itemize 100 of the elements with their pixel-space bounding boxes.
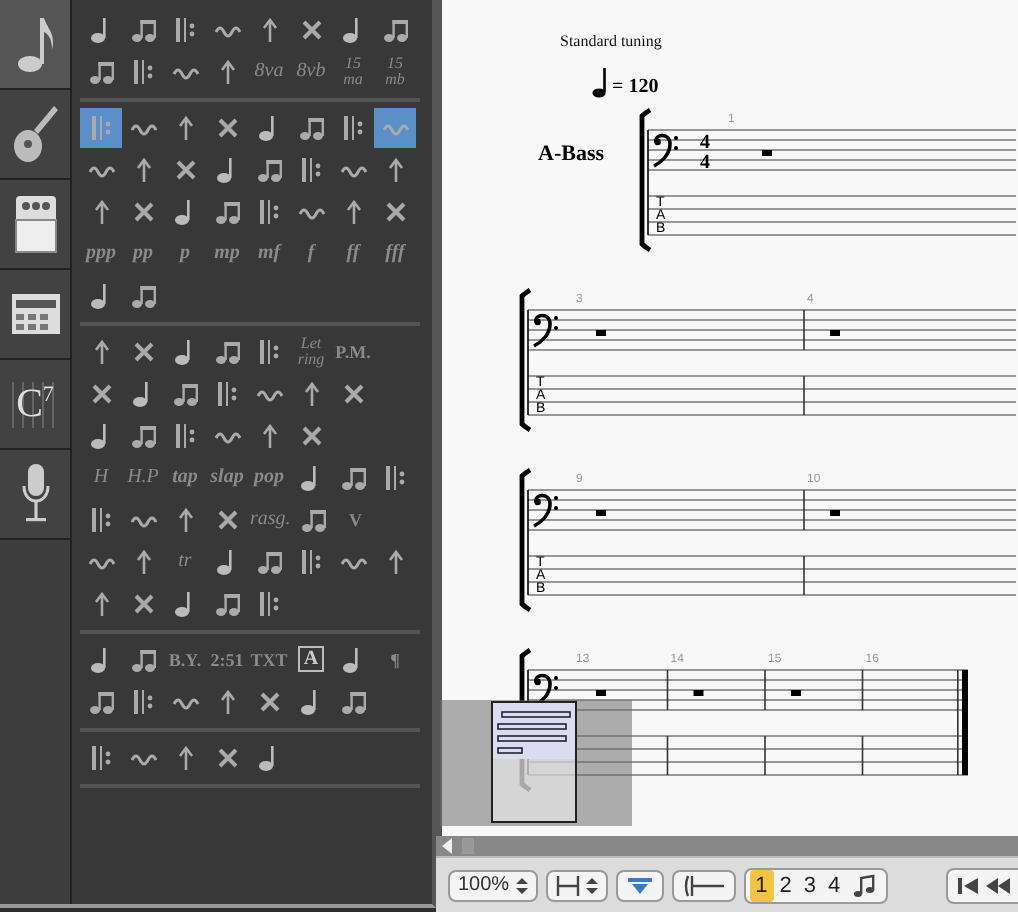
- palette-button[interactable]: fff: [374, 233, 416, 273]
- palette-label: 15: [345, 55, 361, 71]
- beamed-notes-icon: [87, 687, 115, 715]
- rewind-icon: [986, 875, 1010, 895]
- beamed-notes-icon: [255, 547, 283, 575]
- bracket-line-icon: [681, 873, 726, 897]
- layout-select[interactable]: [545, 869, 608, 901]
- time-signature: 4: [700, 152, 710, 174]
- palette-button[interactable]: ppp: [80, 233, 122, 273]
- voice-button[interactable]: 4: [821, 869, 847, 901]
- palette-button[interactable]: 15 ma: [332, 51, 374, 91]
- page-navigator[interactable]: [440, 700, 632, 826]
- tempo-label: = 120: [612, 76, 659, 98]
- cross-icon: [255, 687, 283, 715]
- palette-button[interactable]: 2:51: [206, 639, 248, 679]
- palette-button[interactable]: rasg.: [248, 499, 293, 539]
- cross-icon: [213, 743, 241, 771]
- sidebar-tab[interactable]: [0, 180, 70, 270]
- bars-icon: [87, 113, 115, 141]
- palette-button[interactable]: ff: [332, 233, 374, 273]
- bars-icon: [381, 463, 409, 491]
- bars-icon: [255, 197, 283, 225]
- stepper-icon: [515, 875, 528, 895]
- bars-icon: [171, 421, 199, 449]
- beamed-notes-icon: [339, 463, 367, 491]
- voice-button[interactable]: 1: [749, 869, 774, 901]
- beamed-notes-icon: [255, 155, 283, 183]
- cross-icon: [381, 197, 409, 225]
- bars-icon: [171, 15, 199, 43]
- palette-button[interactable]: mp: [206, 233, 248, 273]
- palette-button[interactable]: [374, 107, 416, 147]
- palette-button[interactable]: slap: [206, 457, 248, 497]
- palette-button[interactable]: 15 mb: [374, 51, 416, 91]
- sidebar-tab[interactable]: [0, 90, 70, 180]
- voice-button[interactable]: 2: [773, 869, 798, 901]
- guitar-icon: [9, 102, 61, 166]
- cross-icon: [297, 421, 325, 449]
- cross-icon: [129, 589, 157, 617]
- palette-button[interactable]: pp: [122, 233, 164, 273]
- beamed-notes-icon: [213, 337, 241, 365]
- palette-button[interactable]: 8vb: [290, 51, 332, 91]
- view-button[interactable]: [615, 869, 664, 901]
- palette-button[interactable]: tap: [164, 457, 206, 497]
- palette-button[interactable]: f: [290, 233, 332, 273]
- palette-button[interactable]: H: [80, 457, 122, 497]
- layout-icon: [555, 873, 580, 897]
- cross-icon: [213, 505, 241, 533]
- beamed-notes-icon: [852, 873, 877, 897]
- cross-icon: [171, 155, 199, 183]
- palette-button[interactable]: H.P: [122, 457, 164, 497]
- beamed-notes-icon: [213, 589, 241, 617]
- eighth-note-icon: [15, 14, 55, 74]
- palette-button[interactable]: 8va: [248, 51, 290, 91]
- beamed-notes-icon: [129, 645, 157, 673]
- sidebar-tab[interactable]: [0, 270, 70, 360]
- tuning-label: Standard tuning: [560, 32, 664, 50]
- palette-button[interactable]: p: [164, 233, 206, 273]
- drum-machine-icon: [9, 292, 61, 336]
- palette-button[interactable]: B.Y.: [164, 639, 206, 679]
- scrollbar-thumb[interactable]: [462, 838, 474, 854]
- palette-button[interactable]: Let ring: [290, 331, 332, 371]
- bars-icon: [297, 155, 325, 183]
- palette-button[interactable]: V: [334, 499, 377, 539]
- beamed-notes-icon: [299, 505, 328, 533]
- palette-button[interactable]: [80, 107, 122, 147]
- palette-button[interactable]: P.M.: [332, 331, 374, 371]
- zoom-select[interactable]: 100%: [448, 869, 538, 901]
- quarter-note-icon: [592, 68, 608, 98]
- palette-button[interactable]: TXT: [248, 639, 290, 679]
- sidebar-tab[interactable]: C$^{7}$: [0, 360, 70, 450]
- bars-icon: [255, 337, 283, 365]
- palette-label: 15: [387, 55, 403, 71]
- palette-button[interactable]: ¶: [374, 639, 416, 679]
- palette-button[interactable]: mf: [248, 233, 290, 273]
- sidebar-tab[interactable]: [0, 0, 70, 90]
- bars-icon: [129, 687, 157, 715]
- scroll-left-icon[interactable]: [440, 836, 456, 856]
- line-button[interactable]: [671, 869, 736, 901]
- palette-label: ring: [297, 351, 325, 367]
- beamed-notes-icon: [297, 113, 325, 141]
- palette-button[interactable]: pop: [248, 457, 290, 497]
- beamed-notes-icon: [171, 379, 199, 407]
- beamed-notes-icon: [129, 421, 157, 449]
- transport-button[interactable]: [946, 867, 1018, 903]
- cross-icon: [87, 379, 115, 407]
- bars-icon: [87, 505, 115, 533]
- cross-icon: [339, 379, 367, 407]
- beamed-notes-icon: [129, 281, 157, 309]
- palette-button[interactable]: tr: [164, 541, 206, 581]
- beamed-notes-icon: [381, 15, 409, 43]
- triangle-icon: [625, 875, 654, 895]
- palette-button[interactable]: A: [290, 639, 332, 679]
- bars-icon: [213, 379, 241, 407]
- bars-icon: [339, 113, 367, 141]
- microphone-icon: [19, 462, 51, 526]
- skip-to-start-icon: [956, 875, 980, 895]
- voice-button[interactable]: 3: [797, 869, 822, 901]
- sidebar-tab[interactable]: [0, 450, 70, 540]
- cross-icon: [129, 337, 157, 365]
- cross-icon: [297, 15, 325, 43]
